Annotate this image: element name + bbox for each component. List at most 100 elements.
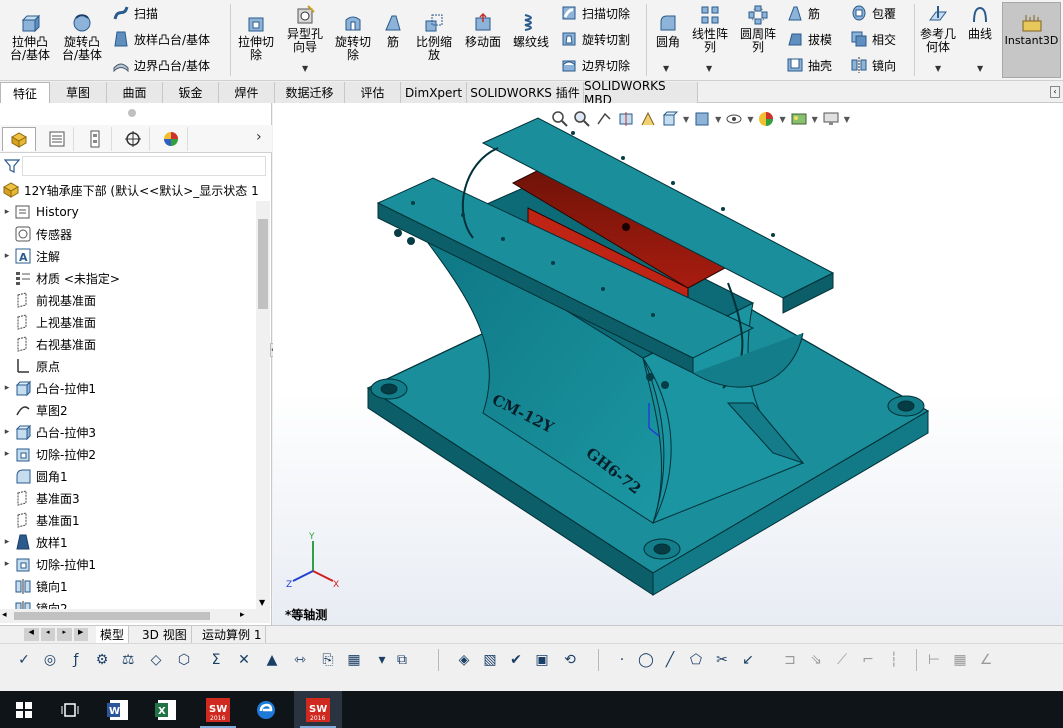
curves-dropdown-icon[interactable]: ▼ [977, 64, 983, 73]
tab-3d-view[interactable]: 3D 视图 [138, 626, 192, 643]
tree-item[interactable]: ▸ 放样1 [0, 531, 256, 553]
scroll-down-icon[interactable]: ▼ [259, 598, 265, 607]
import-diagnostics-icon[interactable]: ✕ [234, 650, 254, 670]
point-icon[interactable]: · [612, 650, 632, 670]
taskbar-solidworks-1[interactable]: SW 2016 [194, 691, 242, 728]
fillet-button[interactable]: 圆角 [650, 12, 686, 49]
sweep-button[interactable]: 扫描 [112, 2, 158, 24]
spell-check-icon[interactable]: ✓ [14, 650, 34, 670]
tab-solidworks-addins[interactable]: SOLIDWORKS 插件 [467, 82, 584, 103]
scroll-left-icon[interactable]: ◂ [2, 610, 7, 620]
mirror-button[interactable]: 镜向 [850, 54, 896, 76]
tree-item[interactable]: 前视基准面 [0, 289, 256, 311]
tree-item[interactable]: 原点 [0, 355, 256, 377]
grid-icon[interactable]: ▦ [950, 650, 970, 670]
angle-icon[interactable]: ∠ [976, 650, 996, 670]
revolve-cut-button[interactable]: 旋转切 除 [330, 12, 376, 62]
tab-surfaces[interactable]: 曲面 [107, 82, 163, 103]
taskbar-excel[interactable]: X [142, 691, 190, 728]
scale-button[interactable]: 比例缩 放 [412, 12, 456, 62]
instant3d-button[interactable]: Instant3D [1002, 2, 1061, 78]
tree-root[interactable]: 12Y轴承座下部 (默认<<默认>_显示状态 1 [0, 179, 270, 201]
tab-sheet-metal[interactable]: 钣金 [163, 82, 219, 103]
loft-boss-button[interactable]: 放样凸台/基体 [112, 28, 210, 50]
symmetry-check-icon[interactable]: ⇿ [290, 650, 310, 670]
tab-dimxpert-manager[interactable] [116, 127, 150, 151]
convert-icon[interactable]: ⇘ [806, 650, 826, 670]
tree-item[interactable]: ▸ 切除-拉伸2 [0, 443, 256, 465]
linear-pattern-dropdown-icon[interactable]: ▼ [706, 64, 712, 73]
last-tab-icon[interactable]: ▶ [73, 628, 88, 641]
tree-item[interactable]: 镜向1 [0, 575, 256, 597]
offset-icon[interactable]: ⊐ [780, 650, 800, 670]
rotate-icon[interactable]: ⟲ [560, 650, 580, 670]
hole-wizard-dropdown-icon[interactable]: ▼ [302, 64, 308, 73]
tree-item[interactable]: 传感器 [0, 223, 256, 245]
tab-evaluate[interactable]: 评估 [345, 82, 401, 103]
tab-solidworks-mbd[interactable]: SOLIDWORKS MBD [584, 79, 698, 107]
measure-icon[interactable]: ◎ [40, 650, 60, 670]
polygon-icon[interactable]: ⬠ [686, 650, 706, 670]
expand-arrow-icon[interactable]: ▸ [0, 383, 14, 393]
tab-model[interactable]: 模型 [96, 626, 130, 643]
tree-item[interactable]: 材质 <未指定> [0, 267, 256, 289]
tab-configuration-manager[interactable] [78, 127, 112, 151]
horizontal-scroll-thumb[interactable] [14, 612, 210, 620]
expand-arrow-icon[interactable]: ▸ [0, 559, 14, 569]
expand-arrow-icon[interactable]: ▸ [0, 251, 14, 261]
tree-item[interactable]: 基准面1 [0, 509, 256, 531]
tree-item[interactable]: 右视基准面 [0, 333, 256, 355]
tree-item[interactable]: 草图2 [0, 399, 256, 421]
filter-icon[interactable] [4, 158, 20, 174]
sw-tool-icon[interactable]: ▣ [532, 650, 552, 670]
extend-icon[interactable]: ↙ [738, 650, 758, 670]
hole-wizard-button[interactable]: 异型孔 向导 [282, 4, 328, 54]
tree-vertical-scrollbar[interactable]: ▼ [256, 201, 270, 609]
rib-button[interactable]: 筋 [380, 12, 406, 49]
fillet-dropdown-icon[interactable]: ▼ [663, 64, 669, 73]
wrap-button[interactable]: 包覆 [850, 2, 896, 24]
chamfer-sketch-icon[interactable]: ⟋ [832, 650, 852, 670]
thickness-analysis-icon[interactable]: ▦ [344, 650, 364, 670]
panel-grip-icon[interactable] [128, 109, 136, 117]
start-button[interactable] [0, 691, 48, 728]
tab-data-migration[interactable]: 数据迁移 [275, 82, 345, 103]
shell-button[interactable]: 抽壳 [786, 54, 832, 76]
prev-tab-icon[interactable]: ◂ [40, 628, 55, 641]
move-face-button[interactable]: 移动面 [460, 12, 506, 49]
draft-button[interactable]: 拔模 [786, 28, 832, 50]
reference-geometry-button[interactable]: 参考几 何体 [918, 4, 958, 54]
tree-item[interactable]: ▸ History [0, 201, 256, 223]
rib2-button[interactable]: 筋 [786, 2, 820, 24]
next-tab-icon[interactable]: ▸ [57, 628, 72, 641]
expand-arrow-icon[interactable]: ▸ [0, 537, 14, 547]
draft-analysis-icon[interactable]: ▲ [262, 650, 282, 670]
zebra-icon[interactable]: ▧ [480, 650, 500, 670]
tree-item[interactable]: ▸ 凸台-拉伸3 [0, 421, 256, 443]
helix-button[interactable]: 螺纹线 [508, 12, 554, 49]
taskbar-word[interactable]: W [94, 691, 142, 728]
curves-button[interactable]: 曲线 [962, 4, 998, 41]
boundary-boss-button[interactable]: 边界凸台/基体 [112, 54, 210, 76]
vertical-scroll-thumb[interactable] [258, 219, 268, 309]
taskbar-solidworks-2[interactable]: SW 2016 [294, 691, 342, 728]
trim-icon[interactable]: ✂ [712, 650, 732, 670]
check-icon[interactable]: ◇ [146, 650, 166, 670]
line-icon[interactable]: ╱ [660, 650, 680, 670]
dropdown-icon[interactable]: ▾ [372, 650, 392, 670]
tab-navigation[interactable]: ◀ ◂ ▸ ▶ [24, 628, 88, 641]
revolve-boss-button[interactable]: 旋转凸 台/基体 [58, 12, 106, 62]
extrude-cut-button[interactable]: 拉伸切 除 [234, 12, 278, 62]
tree-item[interactable]: 基准面3 [0, 487, 256, 509]
extrude-boss-button[interactable]: 拉伸凸 台/基体 [6, 12, 54, 62]
construction-icon[interactable]: ┆ [884, 650, 904, 670]
circle-icon[interactable]: ◯ [636, 650, 656, 670]
taskbar-edge[interactable] [242, 691, 290, 728]
graphics-area[interactable]: ▼ ▼ ▼ ▼ ▼ ▼ CM-12Y GH6-72 Y X Z *等轴测 [273, 103, 1063, 625]
boundary-cut-button[interactable]: 边界切除 [560, 54, 630, 76]
tree-item[interactable]: ▸ 凸台-拉伸1 [0, 377, 256, 399]
tree-item[interactable]: ▸ 切除-拉伸1 [0, 553, 256, 575]
tab-weldments[interactable]: 焊件 [219, 82, 275, 103]
reference-geometry-dropdown-icon[interactable]: ▼ [935, 64, 941, 73]
tab-display-manager[interactable] [154, 127, 188, 151]
